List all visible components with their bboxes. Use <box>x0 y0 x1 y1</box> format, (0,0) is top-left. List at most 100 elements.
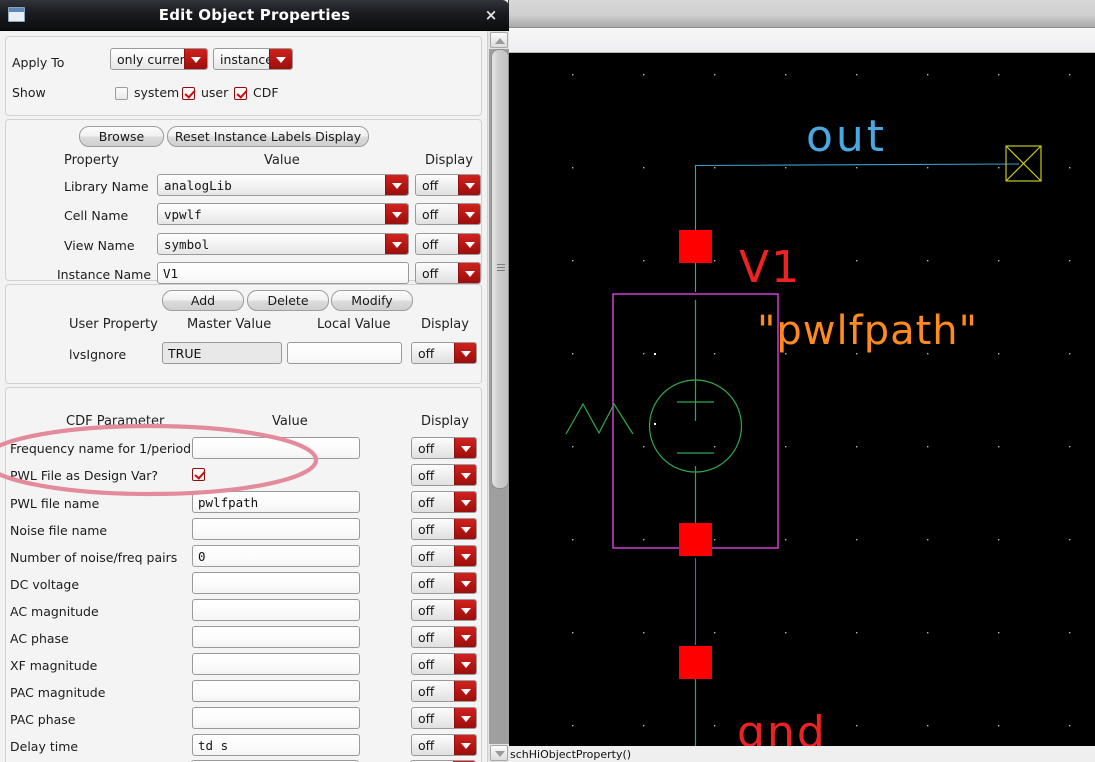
chevron-down-icon[interactable] <box>454 438 476 458</box>
browse-button[interactable]: Browse <box>79 126 164 147</box>
cdf-value-input[interactable] <box>192 518 360 540</box>
instance-name-input[interactable]: V1 <box>157 262 409 284</box>
library-name-combo[interactable]: analogLib <box>157 174 409 196</box>
chevron-down-icon[interactable] <box>458 263 480 283</box>
cdf-value-input[interactable] <box>192 653 360 675</box>
cdf-row-label: Number of noise/freq pairs <box>10 550 178 565</box>
view-name-combo[interactable]: symbol <box>157 233 409 255</box>
show-user-checkbox[interactable] <box>182 87 195 100</box>
show-cdf-checkbox[interactable] <box>234 87 247 100</box>
cdf-row-label: DC voltage <box>10 577 80 592</box>
dialog-scrollbar[interactable] <box>487 31 509 762</box>
lvsignore-display-value: off <box>418 346 435 361</box>
chevron-down-icon[interactable] <box>458 175 480 195</box>
row-label-instance-name: Instance Name <box>57 267 152 282</box>
chevron-down-icon[interactable] <box>454 708 476 728</box>
cell-name-combo[interactable]: vpwlf <box>157 203 409 225</box>
cdf-display-dropdown[interactable]: off <box>411 518 477 540</box>
apply-object-value: instance <box>220 52 273 67</box>
dialog-panes: Apply To only current instance Show syst… <box>0 31 487 762</box>
scrollbar-grip-icon <box>497 264 505 272</box>
chevron-down-icon[interactable] <box>454 600 476 620</box>
chevron-down-icon[interactable] <box>385 175 408 195</box>
cdf-display-dropdown[interactable]: off <box>411 707 477 729</box>
value-column-header: Value <box>264 153 300 168</box>
cdf-value-input[interactable] <box>192 572 360 594</box>
chevron-down-icon[interactable] <box>454 654 476 674</box>
chevron-down-icon[interactable] <box>454 519 476 539</box>
cdf-display-dropdown[interactable]: off <box>411 734 477 756</box>
scroll-down-icon[interactable] <box>490 745 508 761</box>
property-group: Browse Reset Instance Labels Display Pro… <box>5 119 482 284</box>
cdf-display-dropdown[interactable]: off <box>411 680 477 702</box>
reset-instance-labels-button[interactable]: Reset Instance Labels Display <box>167 126 369 147</box>
close-icon[interactable]: × <box>482 6 500 24</box>
modify-button[interactable]: Modify <box>331 290 413 311</box>
cdf-value-input[interactable] <box>192 707 360 729</box>
chevron-down-icon[interactable] <box>385 234 408 254</box>
scrollbar-thumb[interactable] <box>491 49 509 489</box>
chevron-down-icon[interactable] <box>454 465 476 485</box>
dialog-titlebar[interactable]: Edit Object Properties × <box>0 0 509 31</box>
cdf-display-value: off <box>418 441 435 456</box>
cdf-display-dropdown[interactable]: off <box>411 599 477 621</box>
cdf-display-dropdown[interactable]: off <box>411 626 477 648</box>
chevron-down-icon[interactable] <box>454 681 476 701</box>
cdf-value-input[interactable] <box>192 626 360 648</box>
cdf-display-dropdown[interactable]: off <box>411 653 477 675</box>
cdf-display-column-header: Display <box>421 414 469 429</box>
pwl-file-name-input[interactable]: pwlfpath <box>192 491 360 513</box>
schematic-canvas[interactable]: out V1 "pwlfpath" gnd schHiObjectPropert… <box>509 53 1095 762</box>
library-name-display-dropdown[interactable]: off <box>415 174 481 196</box>
chevron-down-icon[interactable] <box>454 343 476 363</box>
selection-handle <box>679 523 712 556</box>
cdf-display-dropdown[interactable]: off <box>411 545 477 567</box>
chevron-down-icon[interactable] <box>385 204 408 224</box>
cdf-display-dropdown[interactable]: off <box>411 491 477 513</box>
chevron-down-icon[interactable] <box>454 492 476 512</box>
net-label-out: out <box>806 111 887 162</box>
cdf-display-value: off <box>418 522 435 537</box>
property-column-header: Property <box>64 153 120 168</box>
cdf-value-input[interactable] <box>192 599 360 621</box>
edit-object-properties-dialog: Edit Object Properties × Apply To only c… <box>0 0 509 762</box>
show-cdf-label: CDF <box>253 85 279 100</box>
cdf-display-value: off <box>418 549 435 564</box>
cdf-row-label: PAC phase <box>10 712 76 727</box>
show-user-label: user <box>201 85 229 100</box>
lvsignore-local-input[interactable] <box>287 342 402 364</box>
chevron-down-icon[interactable] <box>184 49 207 69</box>
chevron-down-icon[interactable] <box>269 49 292 69</box>
apply-scope-dropdown[interactable]: only current <box>110 48 208 70</box>
cdf-display-dropdown[interactable]: off <box>411 437 477 459</box>
cdf-value-input[interactable] <box>192 680 360 702</box>
chevron-down-icon[interactable] <box>454 735 476 755</box>
chevron-down-icon[interactable] <box>454 546 476 566</box>
cdf-display-dropdown[interactable]: off <box>411 464 477 486</box>
pwl-file-as-design-var-checkbox[interactable] <box>192 468 205 481</box>
show-system-checkbox[interactable] <box>115 87 128 100</box>
chevron-down-icon[interactable] <box>454 573 476 593</box>
selection-handle <box>679 230 712 263</box>
cdf-display-value: off <box>418 630 435 645</box>
scrollbar-track[interactable] <box>489 49 509 744</box>
delay-time-input[interactable]: td s <box>192 734 360 756</box>
delete-button[interactable]: Delete <box>247 290 329 311</box>
cdf-display-dropdown[interactable]: off <box>411 572 477 594</box>
scroll-up-icon[interactable] <box>490 32 508 48</box>
add-button[interactable]: Add <box>162 290 244 311</box>
chevron-down-icon[interactable] <box>458 204 480 224</box>
show-label: Show <box>12 85 46 100</box>
apply-object-dropdown[interactable]: instance <box>213 48 293 70</box>
view-name-display-dropdown[interactable]: off <box>415 233 481 255</box>
chevron-down-icon[interactable] <box>454 627 476 647</box>
cell-name-display-dropdown[interactable]: off <box>415 203 481 225</box>
instance-name-display-dropdown[interactable]: off <box>415 262 481 284</box>
chevron-down-icon[interactable] <box>458 234 480 254</box>
status-bar: schHiObjectProperty() <box>509 746 1095 762</box>
cdf-display-value: off <box>418 603 435 618</box>
lvsignore-display-dropdown[interactable]: off <box>411 342 477 364</box>
cdf-value-input[interactable]: 0 <box>192 545 360 567</box>
cdf-value-input[interactable] <box>192 437 360 459</box>
instance-label-v1: V1 <box>739 242 801 293</box>
